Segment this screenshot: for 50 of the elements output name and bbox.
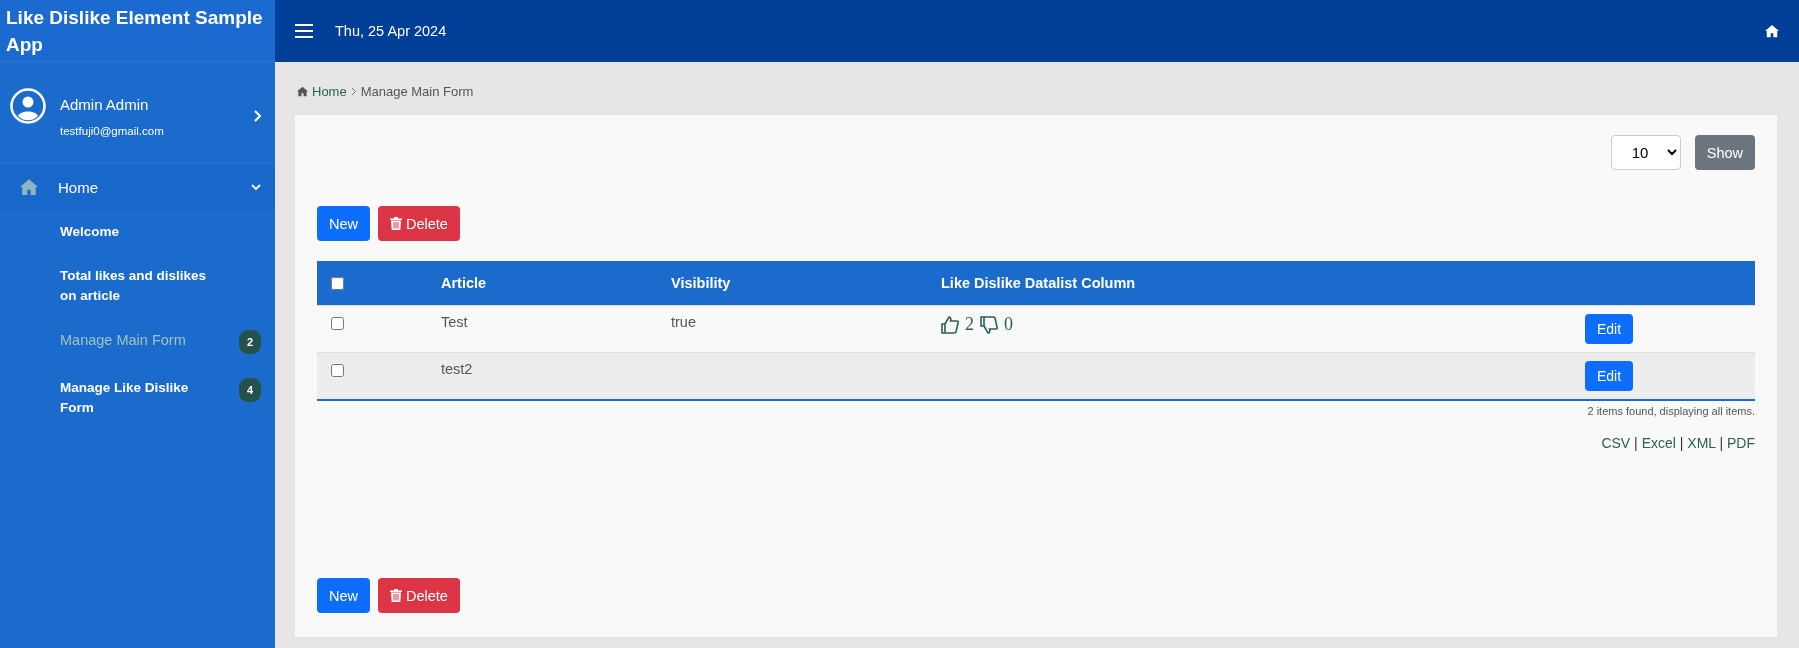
sidebar-item[interactable]: Total likes and dislikes on article (0, 254, 275, 318)
edit-button[interactable]: Edit (1585, 361, 1634, 391)
breadcrumb-link[interactable]: Home (312, 84, 347, 99)
table-cell: true (671, 314, 696, 330)
sidebar-item[interactable]: Manage Main Form 2 (0, 318, 275, 366)
sidebar-item[interactable]: Manage Like Dislike Form 4 (0, 366, 275, 430)
items-summary: 2 items found, displaying all items. (1586, 405, 1755, 417)
column-header: Like Dislike Datalist Column (931, 261, 1575, 306)
export-link[interactable]: PDF (1727, 435, 1755, 451)
user-email: testfuji0@gmail.com (60, 125, 165, 137)
separator: | (1718, 435, 1725, 451)
sidebar-item[interactable]: Welcome (0, 210, 275, 254)
sidebar-menu-item[interactable]: Home (0, 164, 275, 210)
app-title: Like Dislike Element Sample App (0, 0, 275, 62)
export-link[interactable]: XML (1687, 435, 1716, 451)
separator: | (1678, 435, 1685, 451)
new-button[interactable]: New (317, 578, 370, 613)
new-button[interactable]: New (317, 206, 370, 241)
like-count: 2 (965, 314, 974, 335)
column-header: Visibility (661, 261, 931, 306)
user-name: Admin Admin (60, 96, 150, 113)
select-all-checkbox[interactable] (331, 276, 344, 290)
page-size-select[interactable]: 10 (1610, 135, 1681, 170)
trash-icon (390, 589, 402, 602)
thumbs-down-icon[interactable] (980, 315, 998, 334)
export-link[interactable]: Excel (1641, 435, 1676, 451)
trash-icon (390, 217, 402, 230)
breadcrumb-current: Manage Main Form (360, 84, 474, 99)
count-badge: 4 (238, 378, 261, 402)
table-cell: test2 (431, 352, 661, 400)
show-button[interactable]: Show (1694, 135, 1755, 170)
avatar-icon (10, 88, 46, 124)
thumbs-up-icon[interactable] (941, 315, 959, 334)
header-date: Thu, 25 Apr 2024 (335, 23, 448, 39)
dislike-count: 0 (1004, 314, 1013, 335)
home-icon (20, 178, 38, 196)
count-badge: 2 (238, 330, 261, 354)
delete-button[interactable]: Delete (378, 578, 460, 613)
chevron-right-icon (350, 87, 357, 96)
export-link[interactable]: CSV (1601, 435, 1631, 451)
row-checkbox[interactable] (331, 364, 344, 377)
delete-button[interactable]: Delete (378, 206, 460, 241)
home-icon (297, 86, 308, 97)
chevron-right-icon[interactable] (253, 110, 261, 122)
separator: | (1633, 435, 1639, 451)
menu-icon[interactable] (295, 24, 313, 38)
column-header: Article (431, 261, 661, 306)
edit-button[interactable]: Edit (1585, 314, 1634, 344)
home-icon (1765, 24, 1779, 38)
row-checkbox[interactable] (331, 317, 344, 330)
